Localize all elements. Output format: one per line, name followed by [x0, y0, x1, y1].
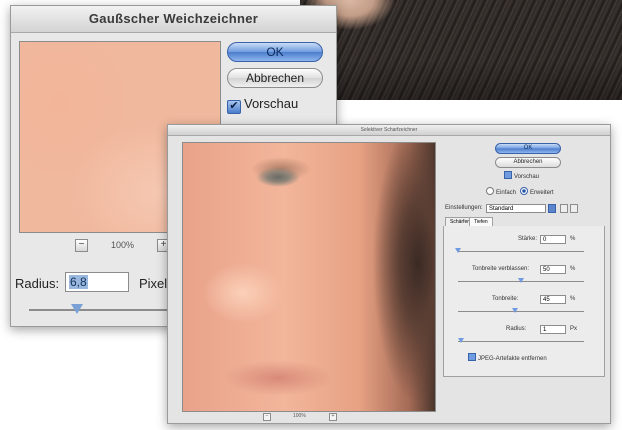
settings-dropdown-arrow[interactable] [548, 204, 556, 213]
dialog-title: Selektiver Scharfzeichner [168, 125, 610, 136]
amount-slider-thumb[interactable] [455, 248, 461, 253]
fade-label: Tonbreite verblassen: [472, 266, 530, 272]
settings-select[interactable]: Standard [486, 204, 546, 213]
remove-jpeg-label: JPEG-Artefakte entfernen [478, 356, 547, 362]
preview-checkbox-label: Vorschau [244, 96, 299, 111]
zoom-level: 100% [293, 413, 306, 419]
radius-label: Radius: [506, 326, 527, 332]
fade-unit: % [570, 266, 576, 272]
mode-simple-label: Einfach [496, 190, 517, 196]
settings-label: Einstellungen: [445, 205, 483, 211]
settings-panel: Stärke: 0 % Tonbreite verblassen: 50 % T… [443, 226, 605, 377]
zoom-in-button[interactable]: + [329, 413, 337, 421]
dialog-title: Gaußscher Weichzeichner [11, 6, 336, 33]
preview-image[interactable] [182, 142, 436, 412]
unit-label: Pixel [139, 276, 168, 291]
amount-slider-track[interactable] [458, 251, 584, 252]
mode-simple-radio[interactable] [486, 187, 494, 195]
smart-sharpen-dialog: Selektiver Scharfzeichner − 100% + OK Ab… [167, 124, 611, 424]
zoom-controls: − 100% + [263, 413, 343, 421]
tonal-width-slider-track[interactable] [458, 311, 584, 312]
radius-input[interactable]: 1 [540, 325, 566, 334]
amount-label: Stärke: [518, 236, 538, 242]
tonal-width-slider-thumb[interactable] [511, 308, 518, 313]
radius-unit: Px [570, 326, 578, 332]
background-photo-hair [300, 0, 622, 100]
zoom-out-button[interactable]: − [75, 239, 88, 252]
amount-input[interactable]: 0 [540, 235, 566, 244]
radius-slider-track[interactable] [29, 309, 189, 311]
zoom-out-button[interactable]: − [263, 413, 271, 421]
zoom-level: 100% [111, 240, 135, 250]
preview-checkbox[interactable] [504, 171, 512, 179]
preview-checkbox[interactable]: ✔ [227, 100, 241, 114]
mode-advanced-option[interactable]: Erweitert [520, 187, 554, 196]
radius-label: Radius: [15, 276, 60, 291]
radius-input[interactable]: 6,8 [65, 272, 129, 292]
fade-input[interactable]: 50 [540, 265, 566, 274]
mode-simple-option[interactable]: Einfach [486, 187, 516, 196]
radius-slider-track[interactable] [458, 341, 584, 342]
ok-button[interactable]: OK [227, 42, 323, 62]
delete-settings-icon[interactable] [570, 204, 578, 213]
zoom-controls: − 100% + [71, 238, 181, 254]
radius-slider-thumb[interactable] [457, 338, 464, 343]
save-settings-icon[interactable] [560, 204, 568, 213]
mode-advanced-label: Erweitert [530, 190, 554, 196]
tab-shadows[interactable]: Tiefen [469, 217, 493, 226]
preview-checkbox-label: Vorschau [514, 174, 540, 180]
remove-jpeg-row[interactable]: JPEG-Artefakte entfernen [468, 353, 547, 362]
mode-advanced-radio[interactable] [520, 187, 528, 195]
radius-slider-thumb[interactable] [71, 304, 83, 314]
radius-value: 6,8 [69, 275, 88, 289]
fade-slider-thumb[interactable] [518, 278, 524, 283]
tonal-width-input[interactable]: 45 [540, 295, 566, 304]
cancel-button[interactable]: Abbrechen [495, 157, 561, 168]
cancel-button[interactable]: Abbrechen [227, 68, 323, 88]
amount-unit: % [570, 236, 576, 242]
preview-checkbox-row[interactable]: Vorschau [504, 171, 539, 180]
tonal-width-unit: % [570, 296, 576, 302]
remove-jpeg-checkbox[interactable] [468, 353, 476, 361]
tonal-width-label: Tonbreite: [492, 296, 519, 302]
ok-button[interactable]: OK [495, 143, 561, 154]
preview-checkbox-row[interactable]: ✔ Vorschau [227, 96, 298, 114]
